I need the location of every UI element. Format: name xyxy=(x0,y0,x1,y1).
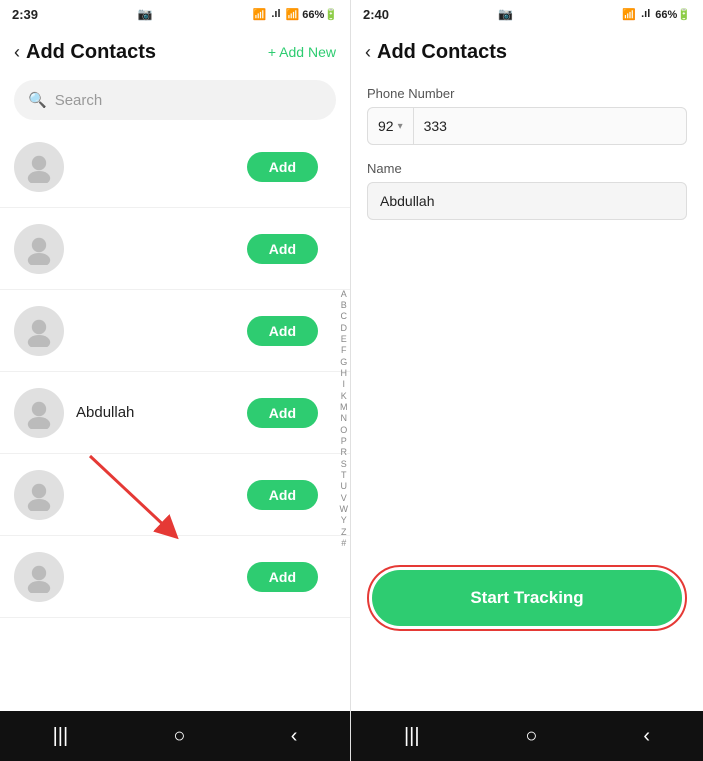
right-time: 2:40 xyxy=(363,7,389,22)
right-title-group: ‹ Add Contacts xyxy=(365,41,507,64)
left-title-group: ‹ Add Contacts xyxy=(14,41,156,64)
phone-label: Phone Number xyxy=(367,86,687,101)
left-back-icon[interactable]: ‹ xyxy=(14,42,20,63)
battery-label: 📶 66%🔋 xyxy=(286,8,338,21)
avatar-6 xyxy=(14,552,64,602)
left-time: 2:39 xyxy=(12,7,38,22)
right-panel: 2:40 📷 📶 .ıl 66%🔋 ‹ Add Contacts Phone N… xyxy=(351,0,703,761)
add-button-6[interactable]: Add xyxy=(247,562,318,592)
contact-name-4: Abdullah xyxy=(76,404,247,421)
wifi-icon: 📶 xyxy=(253,8,267,21)
add-new-button[interactable]: + Add New xyxy=(268,44,336,60)
add-button-1[interactable]: Add xyxy=(247,152,318,182)
contact-item-3: Add xyxy=(0,290,350,372)
left-nav-home-icon[interactable]: ○ xyxy=(173,725,185,748)
contact-item-6: Add xyxy=(0,536,350,618)
alphabet-index: A B C D E F G H I K M N O P R S T U V W … xyxy=(340,126,349,711)
add-button-5[interactable]: Add xyxy=(247,480,318,510)
right-status-icons: 📶 .ıl 66%🔋 xyxy=(622,8,691,21)
contact-list: Add Add Add Abdullah Add xyxy=(0,126,350,711)
avatar-3 xyxy=(14,306,64,356)
right-signal-icon: .ıl xyxy=(641,8,650,20)
add-button-3[interactable]: Add xyxy=(247,316,318,346)
left-status-bar: 2:39 📷 📶 .ıl 📶 66%🔋 xyxy=(0,0,350,28)
chevron-down-icon: ▾ xyxy=(398,121,403,132)
contact-item-5: Add xyxy=(0,454,350,536)
start-tracking-wrapper: Start Tracking xyxy=(351,565,703,631)
left-bottom-nav: ||| ○ ‹ xyxy=(0,711,350,761)
contact-item-4: Abdullah Add xyxy=(0,372,350,454)
right-top-bar: ‹ Add Contacts xyxy=(351,28,703,76)
search-bar[interactable]: 🔍 Search xyxy=(14,80,336,120)
right-nav-back-icon[interactable]: ‹ xyxy=(643,725,650,748)
phone-number-input[interactable] xyxy=(414,108,686,144)
left-status-icon: 📷 xyxy=(138,7,153,21)
right-nav-home-icon[interactable]: ○ xyxy=(525,725,537,748)
right-wifi-icon: 📶 xyxy=(622,8,636,21)
name-label: Name xyxy=(367,161,687,176)
search-icon: 🔍 xyxy=(28,91,47,109)
right-status-bar: 2:40 📷 📶 .ıl 66%🔋 xyxy=(351,0,703,28)
contact-item-2: Add xyxy=(0,208,350,290)
start-tracking-button[interactable]: Start Tracking xyxy=(372,570,682,626)
add-button-4[interactable]: Add xyxy=(247,398,318,428)
right-nav-menu-icon[interactable]: ||| xyxy=(404,725,420,748)
left-panel: 2:39 📷 📶 .ıl 📶 66%🔋 ‹ Add Contacts + Add… xyxy=(0,0,351,761)
country-code-selector[interactable]: 92 ▾ xyxy=(368,108,414,144)
left-nav-back-icon[interactable]: ‹ xyxy=(291,725,298,748)
search-input-placeholder: Search xyxy=(55,92,103,109)
phone-row[interactable]: 92 ▾ xyxy=(367,107,687,145)
country-code-value: 92 xyxy=(378,118,394,134)
right-bottom-nav: ||| ○ ‹ xyxy=(351,711,703,761)
left-top-bar: ‹ Add Contacts + Add New xyxy=(0,28,350,76)
left-nav-menu-icon[interactable]: ||| xyxy=(53,725,69,748)
name-value[interactable]: Abdullah xyxy=(367,182,687,220)
avatar-4 xyxy=(14,388,64,438)
contact-item-1: Add xyxy=(0,126,350,208)
right-back-icon[interactable]: ‹ xyxy=(365,42,371,63)
left-page-title: Add Contacts xyxy=(26,41,156,64)
avatar-5 xyxy=(14,470,64,520)
start-tracking-border: Start Tracking xyxy=(367,565,687,631)
contact-form: Phone Number 92 ▾ Name Abdullah xyxy=(351,76,703,326)
right-battery-label: 66%🔋 xyxy=(655,8,691,21)
right-status-icon: 📷 xyxy=(498,7,513,21)
right-page-title: Add Contacts xyxy=(377,41,507,64)
left-status-icons: 📶 .ıl 📶 66%🔋 xyxy=(253,8,338,21)
avatar-1 xyxy=(14,142,64,192)
add-button-2[interactable]: Add xyxy=(247,234,318,264)
signal-icon: .ıl xyxy=(271,8,280,20)
avatar-2 xyxy=(14,224,64,274)
